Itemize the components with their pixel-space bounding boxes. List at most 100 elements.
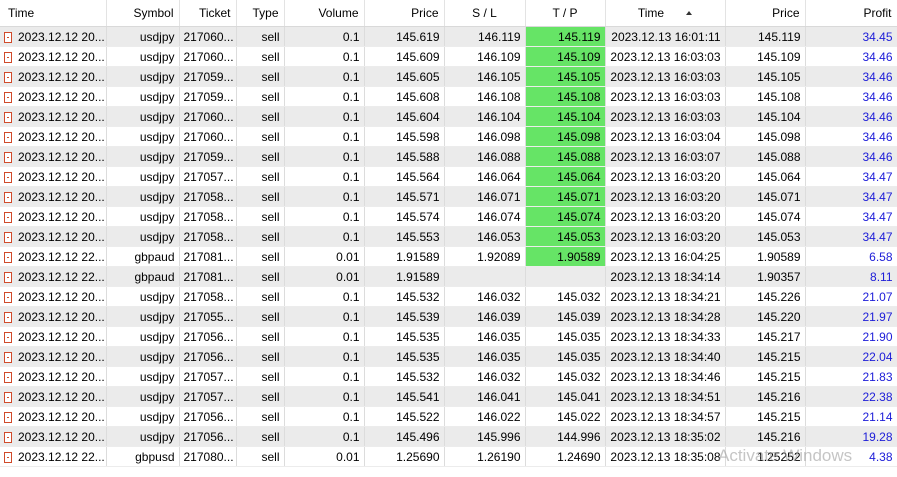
col-header-symbol[interactable]: Symbol	[106, 0, 180, 27]
symbol-cell: usdjpy	[106, 46, 180, 67]
col-header-ticket[interactable]: Ticket	[179, 0, 237, 27]
table-row[interactable]: 2023.12.12 20... usdjpy 217056... sell 0.1 14…	[0, 326, 897, 347]
type-cell: sell	[236, 246, 285, 267]
table-row[interactable]: 2023.12.12 20... usdjpy 217056... sell 0.1 14…	[0, 346, 897, 367]
trade-history-grid: Time Symbol Ticket Type Volume Price S /…	[0, 0, 897, 477]
col-header-label: Time	[8, 6, 35, 20]
table-row[interactable]: 2023.12.12 20... usdjpy 217057... sell 0.1 14…	[0, 366, 897, 387]
close-price-cell: 145.088	[725, 146, 806, 167]
col-header-type[interactable]: Type	[236, 0, 285, 27]
volume-cell: 0.01	[284, 446, 365, 467]
open-time-text: 2023.12.12 20...	[18, 389, 105, 404]
deal-document-icon	[4, 271, 12, 283]
close-time-cell: 2023.12.13 18:34:28	[605, 306, 726, 327]
table-row[interactable]: 2023.12.12 22... gbpaud 217081... sell 0.01 1…	[0, 246, 897, 267]
type-cell: sell	[236, 326, 285, 347]
stop-loss-cell: 146.035	[444, 346, 526, 367]
open-time-text: 2023.12.12 20...	[18, 289, 105, 304]
table-row[interactable]: 2023.12.12 20... usdjpy 217058... sell 0.1 14…	[0, 206, 897, 227]
table-row[interactable]: 2023.12.12 20... usdjpy 217060... sell 0.1 14…	[0, 106, 897, 127]
col-header-label: T / P	[552, 6, 578, 20]
symbol-cell: usdjpy	[106, 386, 180, 407]
take-profit-cell: 145.039	[525, 306, 606, 327]
col-header-close-time[interactable]: Time	[605, 0, 726, 27]
profit-cell: 34.46	[805, 146, 897, 167]
table-row[interactable]: 2023.12.12 20... usdjpy 217058... sell 0.1 14…	[0, 226, 897, 247]
table-row[interactable]: 2023.12.12 20... usdjpy 217058... sell 0.1 14…	[0, 186, 897, 207]
open-price-cell: 145.553	[364, 226, 445, 247]
deal-document-icon	[4, 91, 12, 103]
table-row[interactable]: 2023.12.12 20... usdjpy 217057... sell 0.1 14…	[0, 386, 897, 407]
ticket-cell: 217055...	[179, 306, 237, 327]
open-time-cell: 2023.12.12 20...	[0, 166, 107, 187]
col-header-profit[interactable]: Profit	[805, 0, 897, 27]
ticket-cell: 217056...	[179, 406, 237, 427]
col-header-take-profit[interactable]: T / P	[525, 0, 606, 27]
ticket-cell: 217081...	[179, 266, 237, 287]
col-header-open-price[interactable]: Price	[364, 0, 445, 27]
open-time-text: 2023.12.12 20...	[18, 209, 105, 224]
table-row[interactable]: 2023.12.12 20... usdjpy 217059... sell 0.1 14…	[0, 146, 897, 167]
open-time-text: 2023.12.12 20...	[18, 109, 105, 124]
open-price-cell: 145.532	[364, 366, 445, 387]
table-row[interactable]: 2023.12.12 20... usdjpy 217058... sell 0.1 14…	[0, 286, 897, 307]
table-row[interactable]: 2023.12.12 22... gbpaud 217081... sell 0.01 1…	[0, 266, 897, 287]
open-time-cell: 2023.12.12 22...	[0, 266, 107, 287]
volume-cell: 0.1	[284, 186, 365, 207]
ticket-cell: 217081...	[179, 246, 237, 267]
col-header-volume[interactable]: Volume	[284, 0, 365, 27]
symbol-cell: gbpaud	[106, 246, 180, 267]
volume-cell: 0.1	[284, 206, 365, 227]
table-row[interactable]: 2023.12.12 22... gbpusd 217080... sell 0.01 1…	[0, 446, 897, 467]
open-time-text: 2023.12.12 20...	[18, 189, 105, 204]
symbol-cell: usdjpy	[106, 366, 180, 387]
table-row[interactable]: 2023.12.12 20... usdjpy 217055... sell 0.1 14…	[0, 306, 897, 327]
close-price-cell: 145.098	[725, 126, 806, 147]
stop-loss-cell: 146.098	[444, 126, 526, 147]
type-cell: sell	[236, 406, 285, 427]
symbol-cell: gbpaud	[106, 266, 180, 287]
col-header-close-price[interactable]: Price	[725, 0, 806, 27]
profit-cell: 34.47	[805, 226, 897, 247]
profit-cell: 34.46	[805, 106, 897, 127]
table-row[interactable]: 2023.12.12 20... usdjpy 217059... sell 0.1 14…	[0, 86, 897, 107]
take-profit-cell: 145.098	[525, 126, 606, 147]
table-row[interactable]: 2023.12.12 20... usdjpy 217057... sell 0.1 14…	[0, 166, 897, 187]
open-time-cell: 2023.12.12 22...	[0, 446, 107, 467]
stop-loss-cell: 146.053	[444, 226, 526, 247]
table-row[interactable]: 2023.12.12 20... usdjpy 217056... sell 0.1 14…	[0, 406, 897, 427]
take-profit-cell: 145.053	[525, 226, 606, 247]
table-row[interactable]: 2023.12.12 20... usdjpy 217059... sell 0.1 14…	[0, 66, 897, 87]
table-row[interactable]: 2023.12.12 20... usdjpy 217056... sell 0.1 14…	[0, 426, 897, 447]
deal-document-icon	[4, 71, 12, 83]
col-header-label: S / L	[472, 6, 497, 20]
volume-cell: 0.1	[284, 326, 365, 347]
deal-document-icon	[4, 31, 12, 43]
take-profit-cell: 145.108	[525, 86, 606, 107]
col-header-label: Time	[637, 6, 665, 20]
close-price-cell: 145.053	[725, 226, 806, 247]
table-row[interactable]: 2023.12.12 20... usdjpy 217060... sell 0.1 14…	[0, 126, 897, 147]
col-header-stop-loss[interactable]: S / L	[444, 0, 526, 27]
table-row[interactable]: 2023.12.12 20... usdjpy 217060... sell 0.1 14…	[0, 26, 897, 47]
stop-loss-cell: 146.119	[444, 26, 526, 47]
col-header-open-time[interactable]: Time	[0, 0, 107, 27]
take-profit-cell: 145.119	[525, 26, 606, 47]
col-header-label: Price	[411, 6, 439, 20]
table-row[interactable]: 2023.12.12 20... usdjpy 217060... sell 0.1 14…	[0, 46, 897, 67]
symbol-cell: usdjpy	[106, 426, 180, 447]
take-profit-cell: 145.104	[525, 106, 606, 127]
open-time-cell: 2023.12.12 20...	[0, 426, 107, 447]
stop-loss-cell: 146.022	[444, 406, 526, 427]
deal-document-icon	[4, 451, 12, 463]
profit-cell: 21.97	[805, 306, 897, 327]
deal-document-icon	[4, 211, 12, 223]
volume-cell: 0.01	[284, 246, 365, 267]
profit-cell: 34.47	[805, 166, 897, 187]
symbol-cell: usdjpy	[106, 146, 180, 167]
open-time-cell: 2023.12.12 20...	[0, 346, 107, 367]
open-price-cell: 1.91589	[364, 246, 445, 267]
profit-cell: 34.46	[805, 126, 897, 147]
profit-cell: 6.58	[805, 246, 897, 267]
open-time-cell: 2023.12.12 22...	[0, 246, 107, 267]
